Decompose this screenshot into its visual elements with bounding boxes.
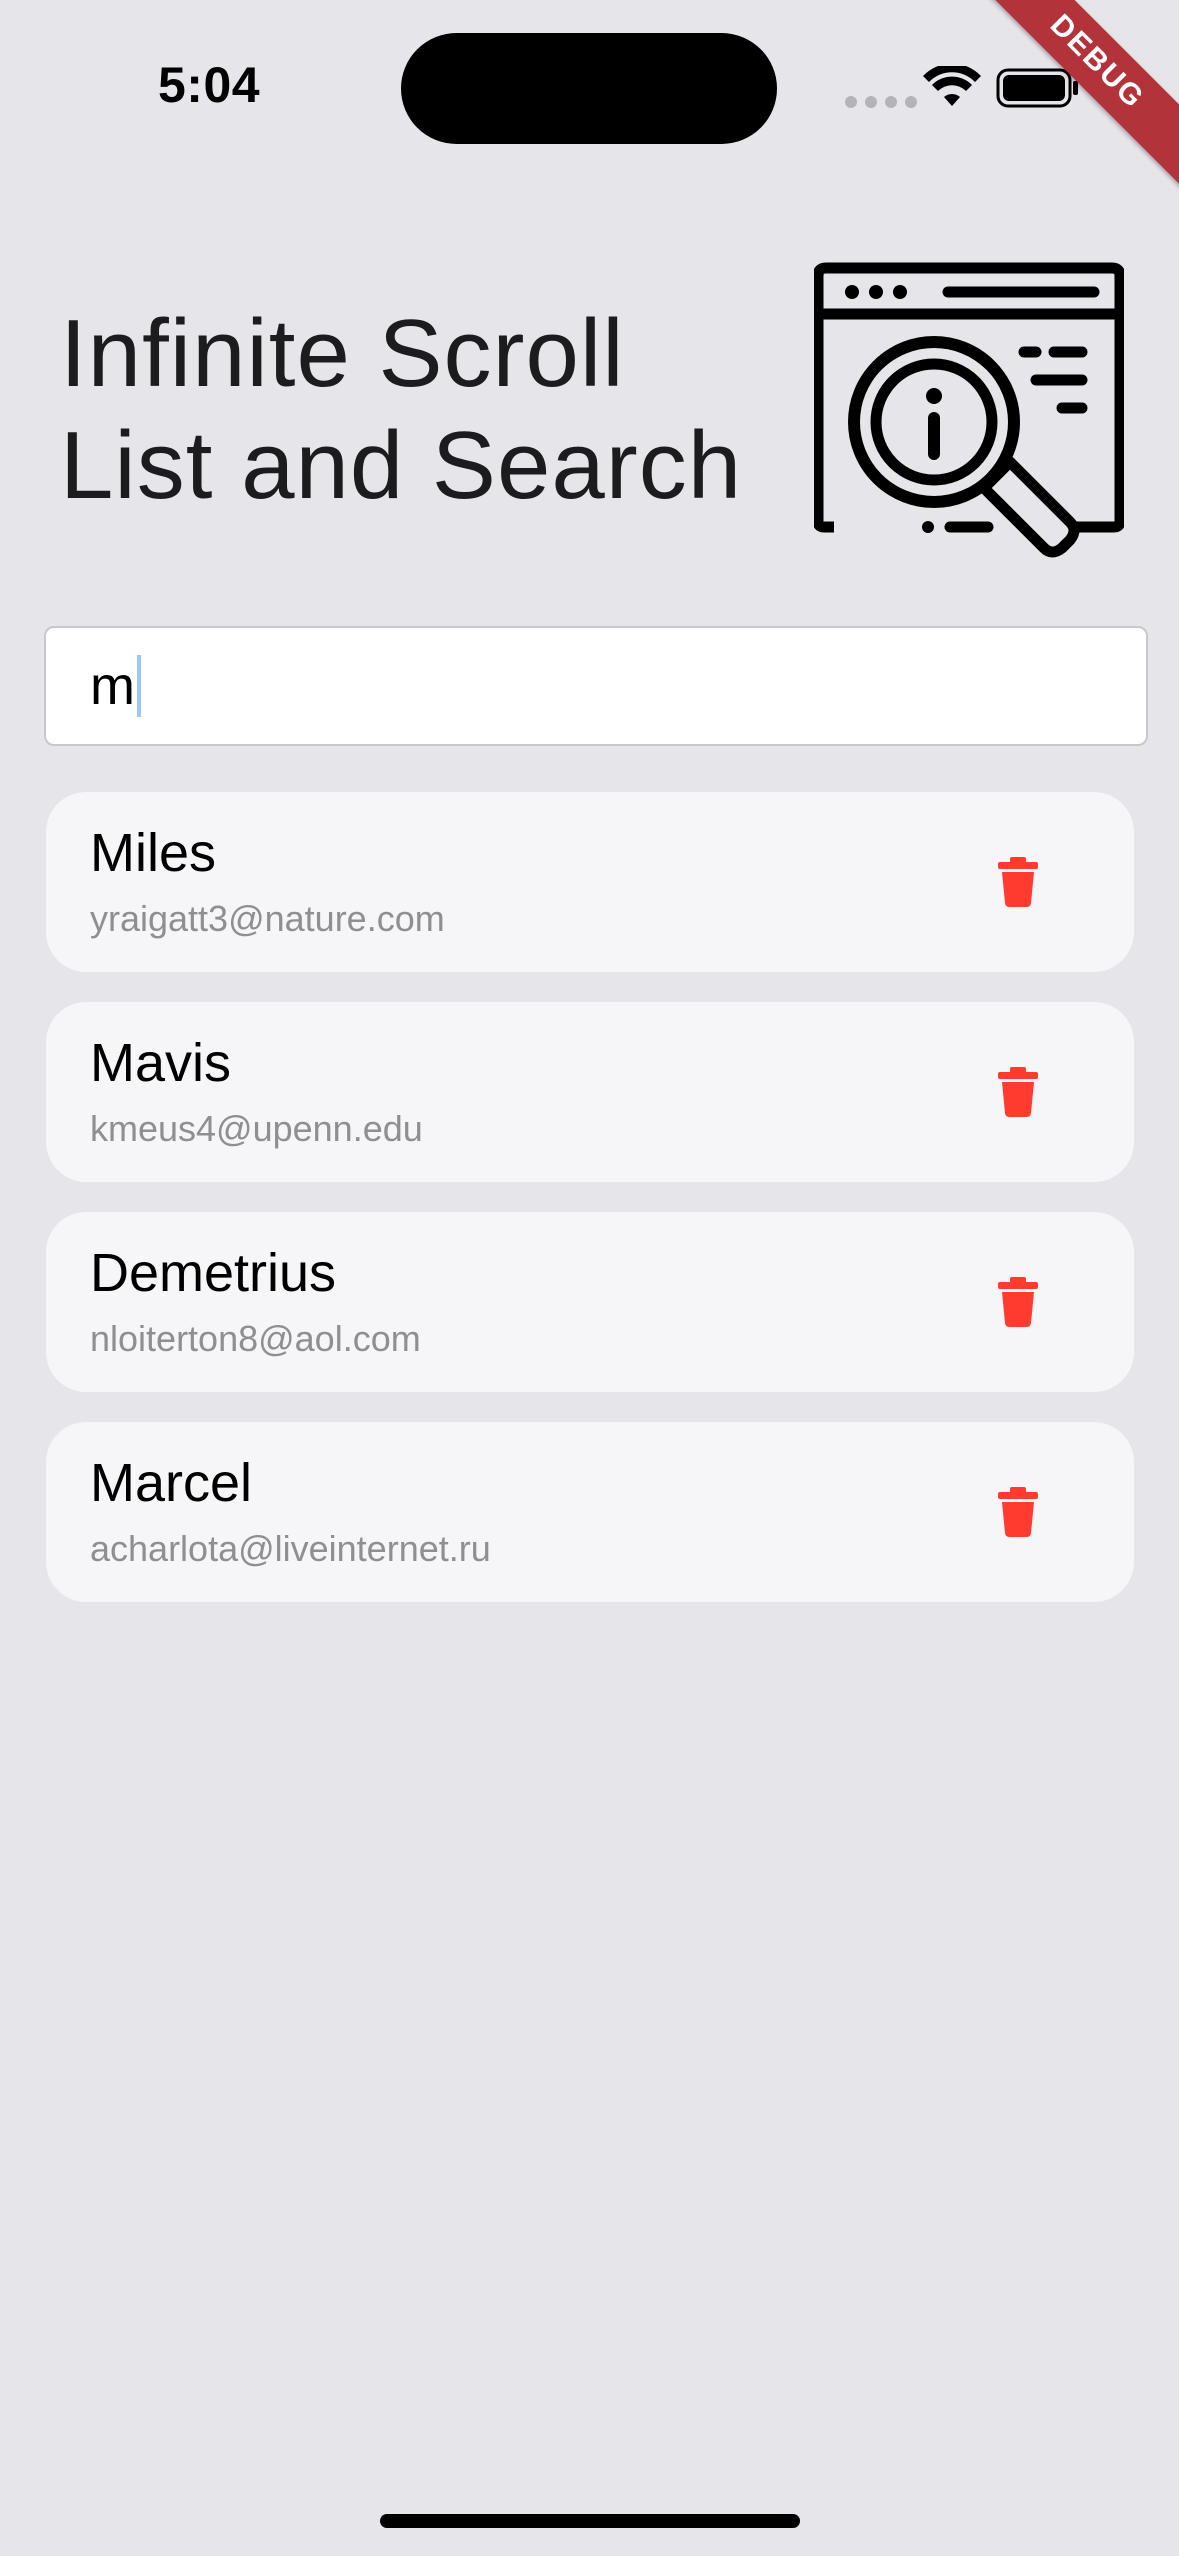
list-item[interactable]: Demetrius nloiterton8@aol.com [46, 1212, 1134, 1392]
item-email: nloiterton8@aol.com [90, 1318, 421, 1359]
item-name: Marcel [90, 1453, 253, 1513]
delete-button[interactable] [986, 1270, 1050, 1334]
item-email: acharlota@liveinternet.ru [90, 1528, 491, 1569]
battery-icon [996, 68, 1078, 108]
browser-magnifier-info-icon [814, 262, 1124, 558]
trash-icon [998, 1067, 1038, 1117]
search-input[interactable]: m [44, 626, 1148, 746]
page-title: Infinite Scroll List and Search [60, 300, 743, 519]
list-item[interactable]: Mavis kmeus4@upenn.edu [46, 1002, 1134, 1182]
item-name: Mavis [90, 1033, 232, 1093]
search-input-value: m [90, 656, 135, 716]
trash-icon [998, 1487, 1038, 1537]
delete-button[interactable] [986, 850, 1050, 914]
trash-icon [998, 857, 1038, 907]
item-email: yraigatt3@nature.com [90, 898, 445, 939]
delete-button[interactable] [986, 1480, 1050, 1544]
home-indicator[interactable] [380, 2514, 800, 2528]
list-item[interactable]: Marcel acharlota@liveinternet.ru [46, 1422, 1134, 1602]
app-screen: 5:04 DEBUG Infinite Scroll List and Sear… [0, 0, 1179, 2556]
item-name: Miles [90, 823, 217, 883]
text-caret [136, 655, 141, 717]
list-item[interactable]: Miles yraigatt3@nature.com [46, 792, 1134, 972]
wifi-icon [923, 66, 981, 106]
result-list: Miles yraigatt3@nature.com Mavis kmeus4@… [46, 792, 1134, 1632]
item-email: kmeus4@upenn.edu [90, 1108, 423, 1149]
item-name: Demetrius [90, 1243, 337, 1303]
cellular-signal-icon [845, 96, 917, 108]
delete-button[interactable] [986, 1060, 1050, 1124]
status-time: 5:04 [158, 57, 261, 113]
trash-icon [998, 1277, 1038, 1327]
dynamic-island [401, 33, 777, 144]
